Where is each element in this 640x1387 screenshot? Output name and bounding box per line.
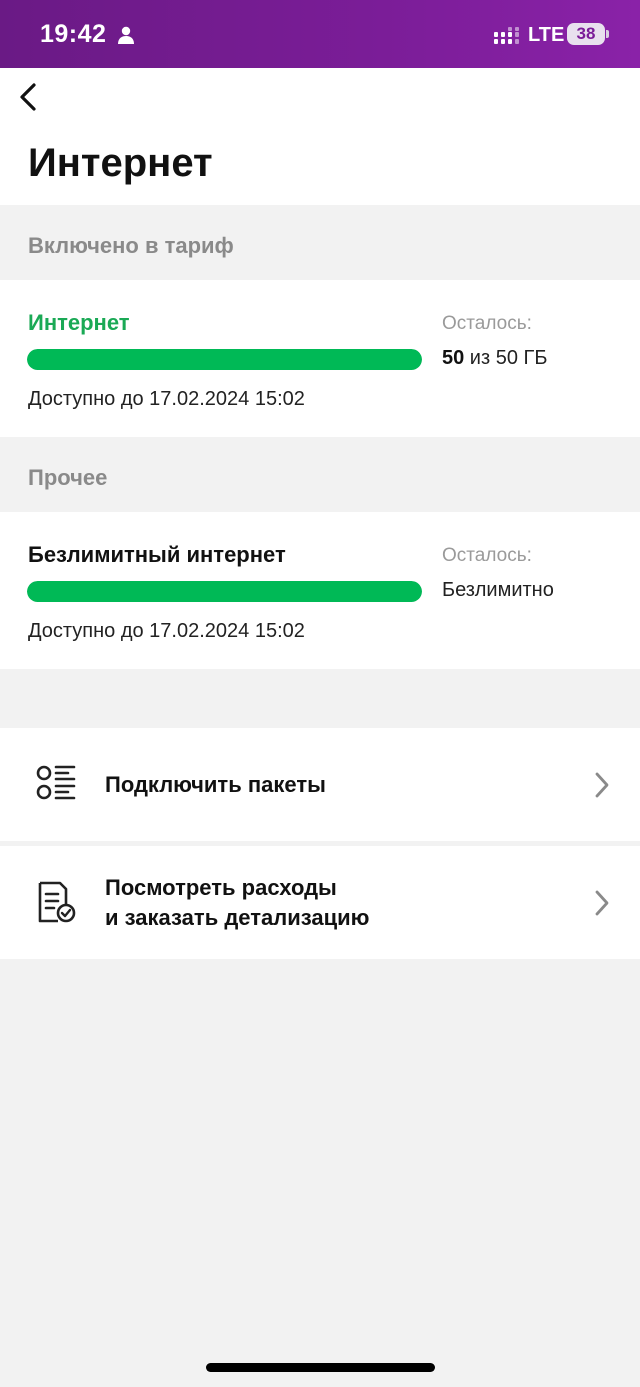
view-expenses-button[interactable]: Посмотреть расходы и заказать детализаци… [0, 846, 640, 959]
signal-icon [494, 27, 519, 44]
section-header-other: Прочее [0, 437, 640, 512]
page-title: Интернет [28, 141, 213, 185]
remaining-label: Осталось: [442, 545, 532, 566]
connect-packages-button[interactable]: Подключить пакеты [0, 728, 640, 841]
chevron-right-icon [595, 772, 609, 798]
section-title: Включено в тариф [28, 233, 234, 258]
home-indicator[interactable] [206, 1363, 435, 1372]
valid-until: Доступно до 17.02.2024 15:02 [28, 388, 305, 410]
valid-until: Доступно до 17.02.2024 15:02 [28, 620, 305, 642]
section-title: Прочее [28, 465, 108, 490]
usage-name: Интернет [28, 310, 130, 335]
remaining-total: из 50 ГБ [464, 347, 548, 369]
usage-name: Безлимитный интернет [28, 542, 286, 567]
battery-icon: 38 [567, 23, 605, 45]
progress-bar [27, 581, 422, 602]
status-bar: 19:42 LTE 38 [0, 0, 640, 68]
action-label: Подключить пакеты [105, 772, 326, 797]
remaining-label: Осталось: [442, 313, 532, 334]
remaining-value: Безлимитно [442, 579, 554, 601]
remaining-amount: 50 [442, 347, 465, 369]
status-time: 19:42 [40, 20, 107, 48]
action-label: Посмотреть расходы и заказать детализаци… [105, 873, 369, 933]
list-options-icon [36, 765, 76, 800]
action-label-line2: и заказать детализацию [105, 905, 370, 930]
progress-bar [27, 349, 422, 370]
chevron-right-icon [595, 890, 609, 916]
battery-level: 38 [576, 24, 596, 43]
usage-card-internet[interactable]: Интернет Доступно до 17.02.2024 15:02 Ос… [0, 280, 640, 437]
section-header-included: Включено в тариф [0, 205, 640, 280]
chevron-left-icon[interactable] [12, 80, 46, 114]
usage-card-unlimited[interactable]: Безлимитный интернет Доступно до 17.02.2… [0, 512, 640, 669]
progress-fill [27, 349, 422, 370]
progress-fill [27, 581, 422, 602]
document-check-icon [38, 881, 76, 923]
action-label-line1: Посмотреть расходы [105, 875, 337, 900]
page-header: Интернет [0, 68, 640, 205]
network-type: LTE [528, 24, 565, 46]
person-icon [118, 26, 134, 44]
battery-tip [606, 30, 609, 38]
remaining-value: 50 из 50 ГБ [442, 347, 547, 370]
